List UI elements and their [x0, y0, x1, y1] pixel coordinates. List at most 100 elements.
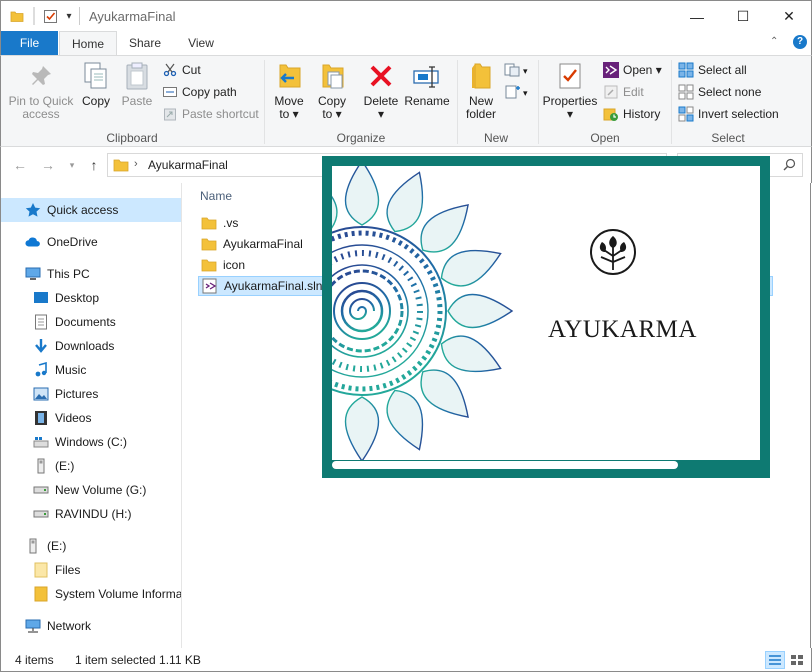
invert-selection-button[interactable]: Invert selection	[678, 104, 779, 124]
preview-canvas: AYUKARMA	[332, 166, 760, 460]
history-icon	[603, 106, 619, 122]
move-to-label-line2: to ▾	[279, 107, 299, 121]
nav-new-volume-g[interactable]: New Volume (G:)	[1, 478, 181, 502]
large-icons-view-icon[interactable]	[787, 651, 807, 669]
copy-path-button[interactable]: Copy path	[162, 82, 237, 102]
new-item-button[interactable]: ▾	[504, 62, 530, 80]
copy-icon	[80, 60, 112, 92]
nav-label: Music	[55, 363, 87, 377]
documents-icon	[33, 314, 49, 330]
file-name: AyukarmaFinal.sln	[224, 279, 323, 293]
properties-quick-icon[interactable]	[41, 7, 59, 25]
move-to-button[interactable]: Move to ▾	[271, 60, 307, 126]
tab-home[interactable]: Home	[59, 31, 117, 56]
new-folder-label-line2: folder	[465, 107, 497, 121]
tab-view[interactable]: View	[175, 31, 227, 56]
nav-drive-e[interactable]: (E:)	[1, 454, 181, 478]
status-bar: 4 items 1 item selected 1.11 KB	[0, 648, 812, 672]
nav-system-volume-information[interactable]: System Volume Informa	[1, 582, 181, 606]
drive-icon	[33, 482, 49, 498]
nav-label: Windows (C:)	[55, 435, 128, 449]
details-view-icon[interactable]	[765, 651, 785, 669]
nav-label: Pictures	[55, 387, 99, 401]
easy-access-button[interactable]: ▾	[504, 84, 530, 102]
breadcrumb-current[interactable]: AyukarmaFinal	[148, 158, 228, 172]
maximize-button[interactable]: ☐	[720, 1, 766, 32]
nav-label: Network	[47, 619, 92, 633]
nav-label: New Volume (G:)	[55, 483, 147, 497]
new-item-dropdown-icon: ▾	[523, 65, 528, 76]
nav-documents[interactable]: Documents	[1, 310, 181, 334]
nav-desktop[interactable]: Desktop	[1, 286, 181, 310]
nav-music[interactable]: Music	[1, 358, 181, 382]
group-label-clipboard: Clipboard	[106, 131, 158, 145]
help-icon[interactable]: ?	[793, 35, 807, 49]
copy-path-icon	[162, 84, 178, 100]
properties-icon	[554, 60, 586, 92]
tab-share[interactable]: Share	[119, 31, 171, 56]
nav-files-folder[interactable]: Files	[1, 558, 181, 582]
group-label-new: New	[483, 131, 508, 145]
usb-drive-icon	[33, 458, 49, 474]
edit-button[interactable]: Edit	[603, 82, 644, 102]
nav-windows-c[interactable]: Windows (C:)	[1, 430, 181, 454]
pictures-icon	[33, 386, 49, 402]
pin-to-quick-access-button[interactable]: Pin to Quick access	[5, 60, 77, 126]
delete-button[interactable]: Delete ▾	[362, 60, 400, 126]
pin-icon	[25, 60, 57, 92]
new-folder-icon	[465, 60, 497, 92]
nav-network[interactable]: Network	[1, 614, 181, 638]
nav-ravindu-h[interactable]: RAVINDU (H:)	[1, 502, 181, 526]
copy-button[interactable]: Copy	[77, 60, 115, 126]
copy-to-label-line2: to ▾	[322, 107, 342, 121]
nav-label: (E:)	[47, 539, 67, 553]
delete-x-icon	[365, 60, 397, 92]
nav-onedrive[interactable]: OneDrive	[1, 230, 181, 254]
paste-button[interactable]: Paste	[117, 60, 157, 126]
back-arrow-icon[interactable]: ←	[11, 156, 29, 174]
item-count: 4 items	[15, 653, 54, 667]
new-folder-button[interactable]: New folder	[461, 60, 501, 126]
breadcrumb-chevron-icon[interactable]: ›	[134, 158, 138, 170]
select-none-button[interactable]: Select none	[678, 82, 761, 102]
quick-access-dropdown-icon[interactable]: ▾	[63, 7, 75, 25]
file-row[interactable]: AyukarmaFinal	[198, 234, 328, 254]
invert-selection-icon	[678, 106, 694, 122]
brand-name: AYUKARMA	[548, 316, 697, 343]
history-button[interactable]: History	[603, 104, 660, 124]
collapse-ribbon-icon[interactable]: ⌃	[770, 36, 778, 47]
edit-icon	[603, 84, 619, 100]
properties-button[interactable]: Properties ▾	[541, 60, 599, 126]
nav-label: RAVINDU (H:)	[55, 507, 132, 521]
forward-arrow-icon[interactable]: →	[39, 156, 57, 174]
close-button[interactable]: ✕	[766, 1, 812, 32]
nav-label: Videos	[55, 411, 92, 425]
nav-label: Files	[55, 563, 81, 577]
nav-this-pc[interactable]: This PC	[1, 262, 181, 286]
copy-to-button[interactable]: Copy to ▾	[314, 60, 350, 126]
copy-path-label: Copy path	[182, 85, 237, 99]
nav-quick-access[interactable]: Quick access	[1, 198, 181, 222]
nav-pictures[interactable]: Pictures	[1, 382, 181, 406]
cut-button[interactable]: Cut	[162, 60, 201, 80]
column-header-name[interactable]: Name	[200, 189, 232, 203]
rename-button[interactable]: Rename	[404, 60, 450, 126]
nav-drive-e-root[interactable]: (E:)	[1, 534, 181, 558]
tree-logo-icon	[590, 229, 636, 275]
up-arrow-icon[interactable]: ↑	[85, 156, 103, 174]
folder-icon	[9, 7, 25, 25]
nav-downloads[interactable]: Downloads	[1, 334, 181, 358]
preview-scrollbar[interactable]	[332, 461, 678, 469]
file-row[interactable]: .vs	[198, 213, 328, 233]
minimize-button[interactable]: —	[674, 1, 720, 32]
open-button[interactable]: Open ▾	[603, 60, 662, 80]
file-name: .vs	[223, 216, 239, 230]
nav-label: Desktop	[55, 291, 100, 305]
recent-locations-icon[interactable]: ▾	[63, 156, 81, 174]
paste-shortcut-button[interactable]: Paste shortcut	[162, 104, 259, 124]
file-row[interactable]: icon	[198, 255, 328, 275]
desktop-icon	[33, 290, 49, 306]
select-all-button[interactable]: Select all	[678, 60, 747, 80]
tab-file[interactable]: File	[1, 31, 58, 56]
nav-videos[interactable]: Videos	[1, 406, 181, 430]
